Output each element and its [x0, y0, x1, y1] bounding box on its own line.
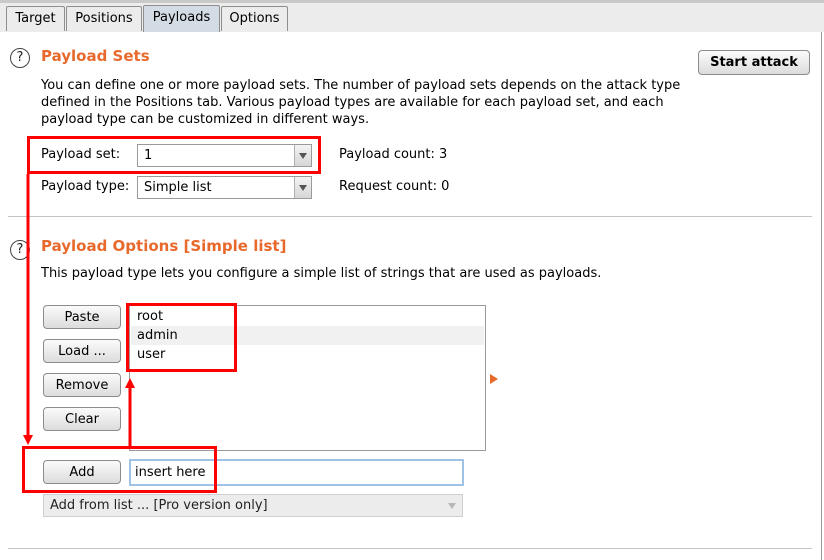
tab-bar: Target Positions Payloads Options — [0, 3, 824, 32]
triangle-right-icon[interactable] — [490, 374, 498, 384]
payload-options-description: This payload type lets you configure a s… — [41, 266, 602, 281]
panel-right-border — [821, 32, 822, 560]
annotation-box-payload-set — [27, 136, 321, 174]
tab-options[interactable]: Options — [221, 6, 288, 31]
payload-sets-title: Payload Sets — [41, 47, 150, 65]
help-circle-icon[interactable]: ? — [10, 48, 30, 68]
request-count-label: Request count: 0 — [339, 179, 450, 194]
tab-payloads[interactable]: Payloads — [143, 5, 220, 32]
add-from-list-value: Add from list ... [Pro version only] — [50, 498, 268, 513]
help-circle-icon[interactable]: ? — [10, 240, 30, 260]
section-divider — [8, 216, 812, 217]
clear-button[interactable]: Clear — [43, 407, 121, 431]
add-from-list-select: Add from list ... [Pro version only] — [43, 494, 463, 517]
payload-count-value: 3 — [439, 147, 448, 162]
tab-positions[interactable]: Positions — [66, 6, 142, 31]
payload-sets-description: You can define one or more payload sets.… — [41, 78, 681, 127]
payload-count-label: Payload count: 3 — [339, 147, 448, 162]
section-divider — [8, 548, 812, 549]
annotation-box-add — [22, 446, 217, 493]
chevron-down-icon — [448, 503, 456, 509]
payload-type-label: Payload type: — [41, 179, 130, 194]
paste-button[interactable]: Paste — [43, 305, 121, 329]
payload-type-select[interactable]: Simple list — [137, 176, 312, 199]
annotation-box-list-items — [126, 303, 237, 372]
start-attack-button[interactable]: Start attack — [698, 50, 810, 75]
remove-button[interactable]: Remove — [43, 373, 121, 397]
chevron-down-icon[interactable] — [294, 177, 311, 198]
payload-type-value: Simple list — [144, 180, 212, 195]
payload-options-title: Payload Options [Simple list] — [41, 237, 287, 255]
load-button[interactable]: Load ... — [43, 339, 121, 363]
tab-target[interactable]: Target — [6, 6, 65, 31]
request-count-value: 0 — [441, 179, 450, 194]
